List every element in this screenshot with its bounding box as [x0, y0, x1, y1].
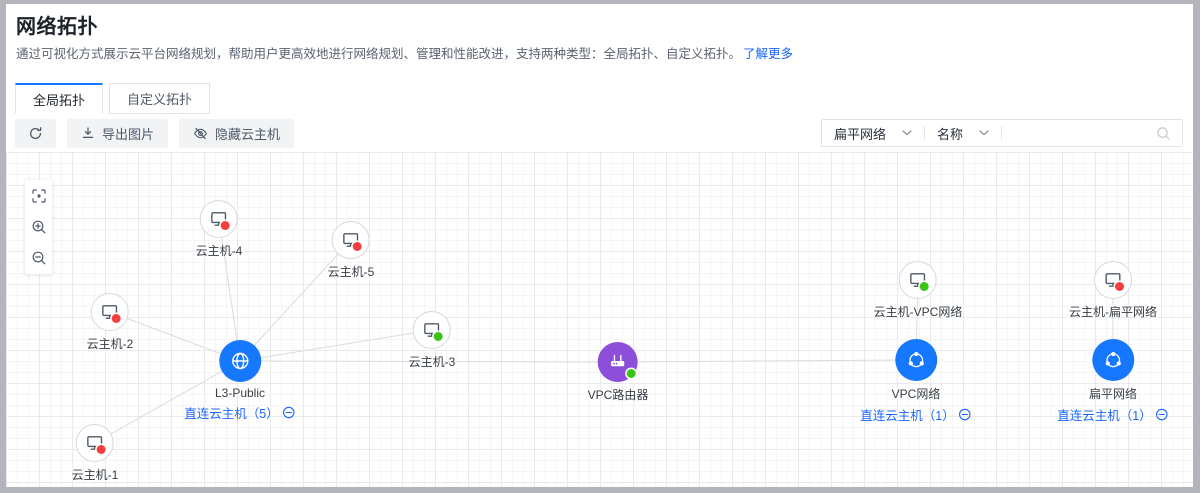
topology-edges: [6, 152, 1193, 487]
node-label: 云主机-2: [87, 335, 134, 352]
node-label: 云主机-3: [409, 353, 456, 370]
fit-view-icon[interactable]: [30, 187, 48, 205]
connected-hosts-text: 直连云主机（5）: [184, 403, 278, 422]
chevron-down-icon: [902, 130, 912, 136]
status-badge: [434, 332, 443, 341]
node-host-vpc-network[interactable]: 云主机-VPC网络: [874, 261, 963, 320]
network-type-value: 扁平网络: [834, 124, 886, 143]
topology-canvas[interactable]: L3-Public 直连云主机（5） 云主机-1 云主机-2: [6, 152, 1193, 487]
hide-hosts-button[interactable]: 隐藏云主机: [179, 119, 294, 148]
zoom-in-icon[interactable]: [30, 218, 48, 236]
minus-circle-icon[interactable]: [1156, 408, 1169, 421]
node-label: 云主机-扁平网络: [1069, 303, 1157, 320]
status-badge: [1115, 282, 1124, 291]
eye-off-icon: [193, 126, 208, 141]
share-network-icon: [895, 339, 937, 381]
status-badge: [920, 282, 929, 291]
network-topology-page: 网络拓扑 通过可视化方式展示云平台网络规划，帮助用户更高效地进行网络规划、管理和…: [6, 4, 1193, 487]
monitor-icon: [899, 261, 937, 299]
node-label: 云主机-5: [328, 263, 375, 280]
search-input[interactable]: [1002, 126, 1145, 141]
node-label: VPC网络: [892, 385, 941, 402]
monitor-icon: [413, 311, 451, 349]
canvas-controls: [25, 180, 52, 274]
tab-global-topology[interactable]: 全局拓扑: [15, 83, 103, 114]
share-network-icon: [1092, 339, 1134, 381]
status-badge: [97, 445, 106, 454]
monitor-icon: [1094, 261, 1132, 299]
node-l3-public[interactable]: L3-Public 直连云主机（5）: [184, 340, 295, 422]
search-field-value: 名称: [937, 124, 963, 143]
tab-custom-topology[interactable]: 自定义拓扑: [109, 83, 210, 114]
monitor-icon: [332, 221, 370, 259]
node-label: 云主机-4: [196, 242, 243, 259]
chevron-down-icon: [979, 130, 989, 136]
minus-circle-icon[interactable]: [283, 406, 296, 419]
node-host-3[interactable]: 云主机-3: [409, 311, 456, 370]
status-badge: [221, 221, 230, 230]
connected-hosts-text: 直连云主机（1）: [1057, 405, 1151, 424]
node-label: VPC路由器: [588, 386, 649, 403]
router-icon: [598, 342, 638, 382]
connected-hosts-link[interactable]: 直连云主机（1）: [1057, 405, 1168, 424]
download-icon: [81, 126, 95, 140]
tab-bar: 全局拓扑 自定义拓扑: [15, 83, 210, 114]
toolbar-left-group: 导出图片 隐藏云主机: [15, 119, 294, 148]
status-badge: [353, 242, 362, 251]
node-host-4[interactable]: 云主机-4: [196, 200, 243, 259]
search-icon[interactable]: [1145, 126, 1182, 141]
node-label: 云主机-VPC网络: [874, 303, 963, 320]
node-host-1[interactable]: 云主机-1: [72, 424, 119, 483]
search-field-select[interactable]: 名称: [925, 124, 1001, 143]
globe-icon: [219, 340, 261, 382]
node-host-flat-network[interactable]: 云主机-扁平网络: [1069, 261, 1157, 320]
node-vpc-router[interactable]: VPC路由器: [588, 342, 649, 403]
node-label: 云主机-1: [72, 466, 119, 483]
export-image-label: 导出图片: [102, 124, 154, 143]
refresh-icon: [28, 126, 43, 141]
monitor-icon: [91, 293, 129, 331]
page-description: 通过可视化方式展示云平台网络规划，帮助用户更高效地进行网络规划、管理和性能改进，…: [16, 46, 1153, 63]
refresh-button[interactable]: [15, 119, 56, 148]
page-description-text: 通过可视化方式展示云平台网络规划，帮助用户更高效地进行网络规划、管理和性能改进，…: [16, 47, 741, 61]
node-label: 扁平网络: [1089, 385, 1137, 402]
page-title: 网络拓扑: [16, 10, 98, 39]
zoom-out-icon[interactable]: [30, 249, 48, 267]
tab-label: 自定义拓扑: [127, 89, 192, 108]
toolbar: 导出图片 隐藏云主机 扁平网络 名称: [15, 118, 1183, 148]
connected-hosts-link[interactable]: 直连云主机（1）: [860, 405, 971, 424]
node-vpc-network[interactable]: VPC网络 直连云主机（1）: [860, 339, 971, 424]
network-type-select[interactable]: 扁平网络: [822, 124, 924, 143]
monitor-icon: [76, 424, 114, 462]
tab-label: 全局拓扑: [33, 90, 85, 109]
monitor-icon: [200, 200, 238, 238]
connected-hosts-text: 直连云主机（1）: [860, 405, 954, 424]
topology-search-group: 扁平网络 名称: [821, 119, 1183, 147]
node-flat-network[interactable]: 扁平网络 直连云主机（1）: [1057, 339, 1168, 424]
node-host-2[interactable]: 云主机-2: [87, 293, 134, 352]
learn-more-link[interactable]: 了解更多: [743, 47, 793, 61]
status-badge: [112, 314, 121, 323]
connected-hosts-link[interactable]: 直连云主机（5）: [184, 403, 295, 422]
node-host-5[interactable]: 云主机-5: [328, 221, 375, 280]
minus-circle-icon[interactable]: [959, 408, 972, 421]
export-image-button[interactable]: 导出图片: [67, 119, 168, 148]
hide-hosts-label: 隐藏云主机: [215, 124, 280, 143]
node-label: L3-Public: [215, 386, 265, 400]
status-badge: [627, 369, 636, 378]
